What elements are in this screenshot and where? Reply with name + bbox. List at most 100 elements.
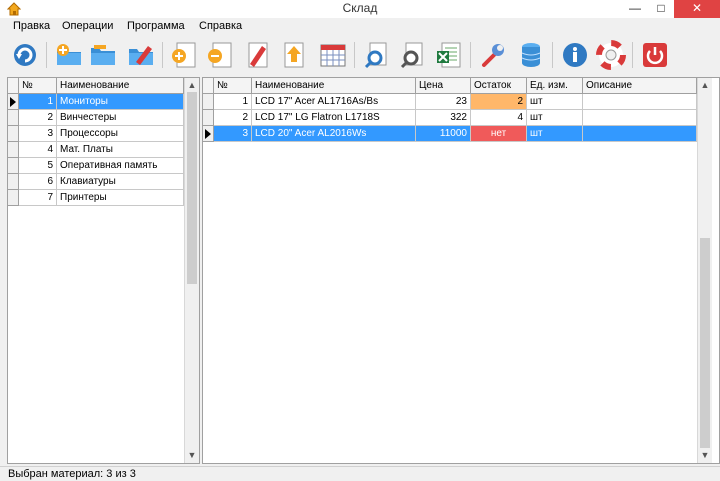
category-number: 5	[19, 158, 57, 174]
item-price: 11000	[416, 126, 471, 142]
help-button[interactable]	[596, 40, 626, 70]
header-price[interactable]: Цена	[416, 78, 471, 93]
item-row[interactable]: 3 LCD 20" Acer AL2016Ws 11000 нет шт	[203, 126, 697, 142]
add-folder-icon	[57, 44, 81, 65]
item-name: LCD 17" Acer AL1716As/Bs	[252, 94, 416, 110]
item-stock: нет	[471, 126, 527, 142]
category-row[interactable]: 2 Винчестеры	[8, 110, 184, 126]
category-row[interactable]: 3 Процессоры	[8, 126, 184, 142]
info-button[interactable]	[560, 40, 590, 70]
header-unit[interactable]: Ед. изм.	[527, 78, 583, 93]
row-indicator	[8, 158, 19, 174]
table-view-button[interactable]	[318, 40, 348, 70]
item-number: 1	[214, 94, 252, 110]
scroll-up-icon[interactable]: ▲	[698, 78, 712, 92]
item-stock: 4	[471, 110, 527, 126]
row-indicator	[203, 94, 214, 110]
row-indicator	[203, 126, 214, 142]
open-category-button[interactable]	[88, 40, 118, 70]
item-unit: шт	[527, 126, 583, 142]
toolbar-separator	[354, 42, 355, 68]
toolbar-separator	[46, 42, 47, 68]
header-stock[interactable]: Остаток	[471, 78, 527, 93]
current-row-arrow-icon	[10, 97, 16, 107]
maximize-button[interactable]: □	[648, 0, 674, 18]
current-row-arrow-icon	[205, 129, 211, 139]
header-name[interactable]: Наименование	[57, 78, 184, 93]
close-button[interactable]: ✕	[674, 0, 720, 18]
edit-item-button[interactable]	[242, 40, 272, 70]
database-icon	[521, 43, 541, 67]
minimize-button[interactable]: —	[622, 0, 648, 18]
edit-document-icon	[248, 42, 268, 68]
remove-item-button[interactable]	[206, 40, 236, 70]
header-name[interactable]: Наименование	[252, 78, 416, 93]
item-unit: шт	[527, 94, 583, 110]
items-scrollbar[interactable]: ▲ ▼	[697, 78, 712, 463]
menu-edit[interactable]: Правка	[13, 20, 50, 32]
calendar-table-icon	[320, 44, 346, 67]
category-number: 3	[19, 126, 57, 142]
status-text: Выбран материал: 3 из 3	[8, 468, 136, 480]
item-stock: 2	[471, 94, 527, 110]
power-exit-icon	[643, 43, 667, 67]
menu-bar: Правка Операции Программа Справка	[0, 18, 720, 36]
category-name: Винчестеры	[57, 110, 184, 126]
search-alt-button[interactable]	[398, 40, 428, 70]
help-lifebuoy-icon	[596, 40, 626, 70]
menu-program[interactable]: Программа	[127, 20, 185, 32]
toolbar-separator	[470, 42, 471, 68]
edit-folder-icon	[129, 46, 153, 65]
row-indicator	[8, 94, 19, 110]
scroll-down-icon[interactable]: ▼	[698, 448, 712, 462]
header-number[interactable]: №	[214, 78, 252, 93]
category-row[interactable]: 4 Мат. Платы	[8, 142, 184, 158]
row-indicator	[8, 142, 19, 158]
add-item-button[interactable]	[170, 40, 200, 70]
category-row[interactable]: 5 Оперативная память	[8, 158, 184, 174]
database-button[interactable]	[516, 40, 546, 70]
item-number: 3	[214, 126, 252, 142]
search-button[interactable]	[362, 40, 392, 70]
menu-operations[interactable]: Операции	[62, 20, 113, 32]
category-row[interactable]: 7 Принтеры	[8, 190, 184, 206]
item-unit: шт	[527, 110, 583, 126]
info-icon	[563, 43, 587, 67]
export-document-icon	[284, 42, 304, 68]
scroll-thumb[interactable]	[187, 92, 197, 284]
row-indicator	[8, 110, 19, 126]
refresh-button[interactable]	[10, 40, 40, 70]
row-indicator	[8, 174, 19, 190]
menu-help[interactable]: Справка	[199, 20, 242, 32]
item-row[interactable]: 2 LCD 17" LG Flatron L1718S 322 4 шт	[203, 110, 697, 126]
item-price: 23	[416, 94, 471, 110]
scroll-up-icon[interactable]: ▲	[185, 78, 199, 92]
category-row[interactable]: 6 Клавиатуры	[8, 174, 184, 190]
header-number[interactable]: №	[19, 78, 57, 93]
add-document-icon	[172, 42, 196, 68]
excel-export-icon	[437, 42, 461, 68]
exit-button[interactable]	[640, 40, 670, 70]
window-title: Склад	[342, 1, 378, 15]
scroll-down-icon[interactable]: ▼	[185, 448, 199, 462]
export-item-button[interactable]	[278, 40, 308, 70]
category-number: 6	[19, 174, 57, 190]
search-document-icon	[364, 42, 387, 69]
item-name: LCD 17" LG Flatron L1718S	[252, 110, 416, 126]
scroll-thumb[interactable]	[700, 238, 710, 448]
category-row[interactable]: 1 Мониторы	[8, 94, 184, 110]
category-number: 2	[19, 110, 57, 126]
header-indicator	[203, 78, 214, 93]
category-number: 4	[19, 142, 57, 158]
add-category-button[interactable]	[54, 40, 84, 70]
edit-category-button[interactable]	[126, 40, 156, 70]
item-number: 2	[214, 110, 252, 126]
header-indicator	[8, 78, 19, 93]
excel-export-button[interactable]	[434, 40, 464, 70]
item-row[interactable]: 1 LCD 17" Acer AL1716As/Bs 23 2 шт	[203, 94, 697, 110]
categories-scrollbar[interactable]: ▲ ▼	[184, 78, 199, 463]
search-document-alt-icon	[400, 42, 423, 69]
header-description[interactable]: Описание	[583, 78, 697, 93]
settings-button[interactable]	[478, 40, 508, 70]
item-description	[583, 126, 697, 142]
